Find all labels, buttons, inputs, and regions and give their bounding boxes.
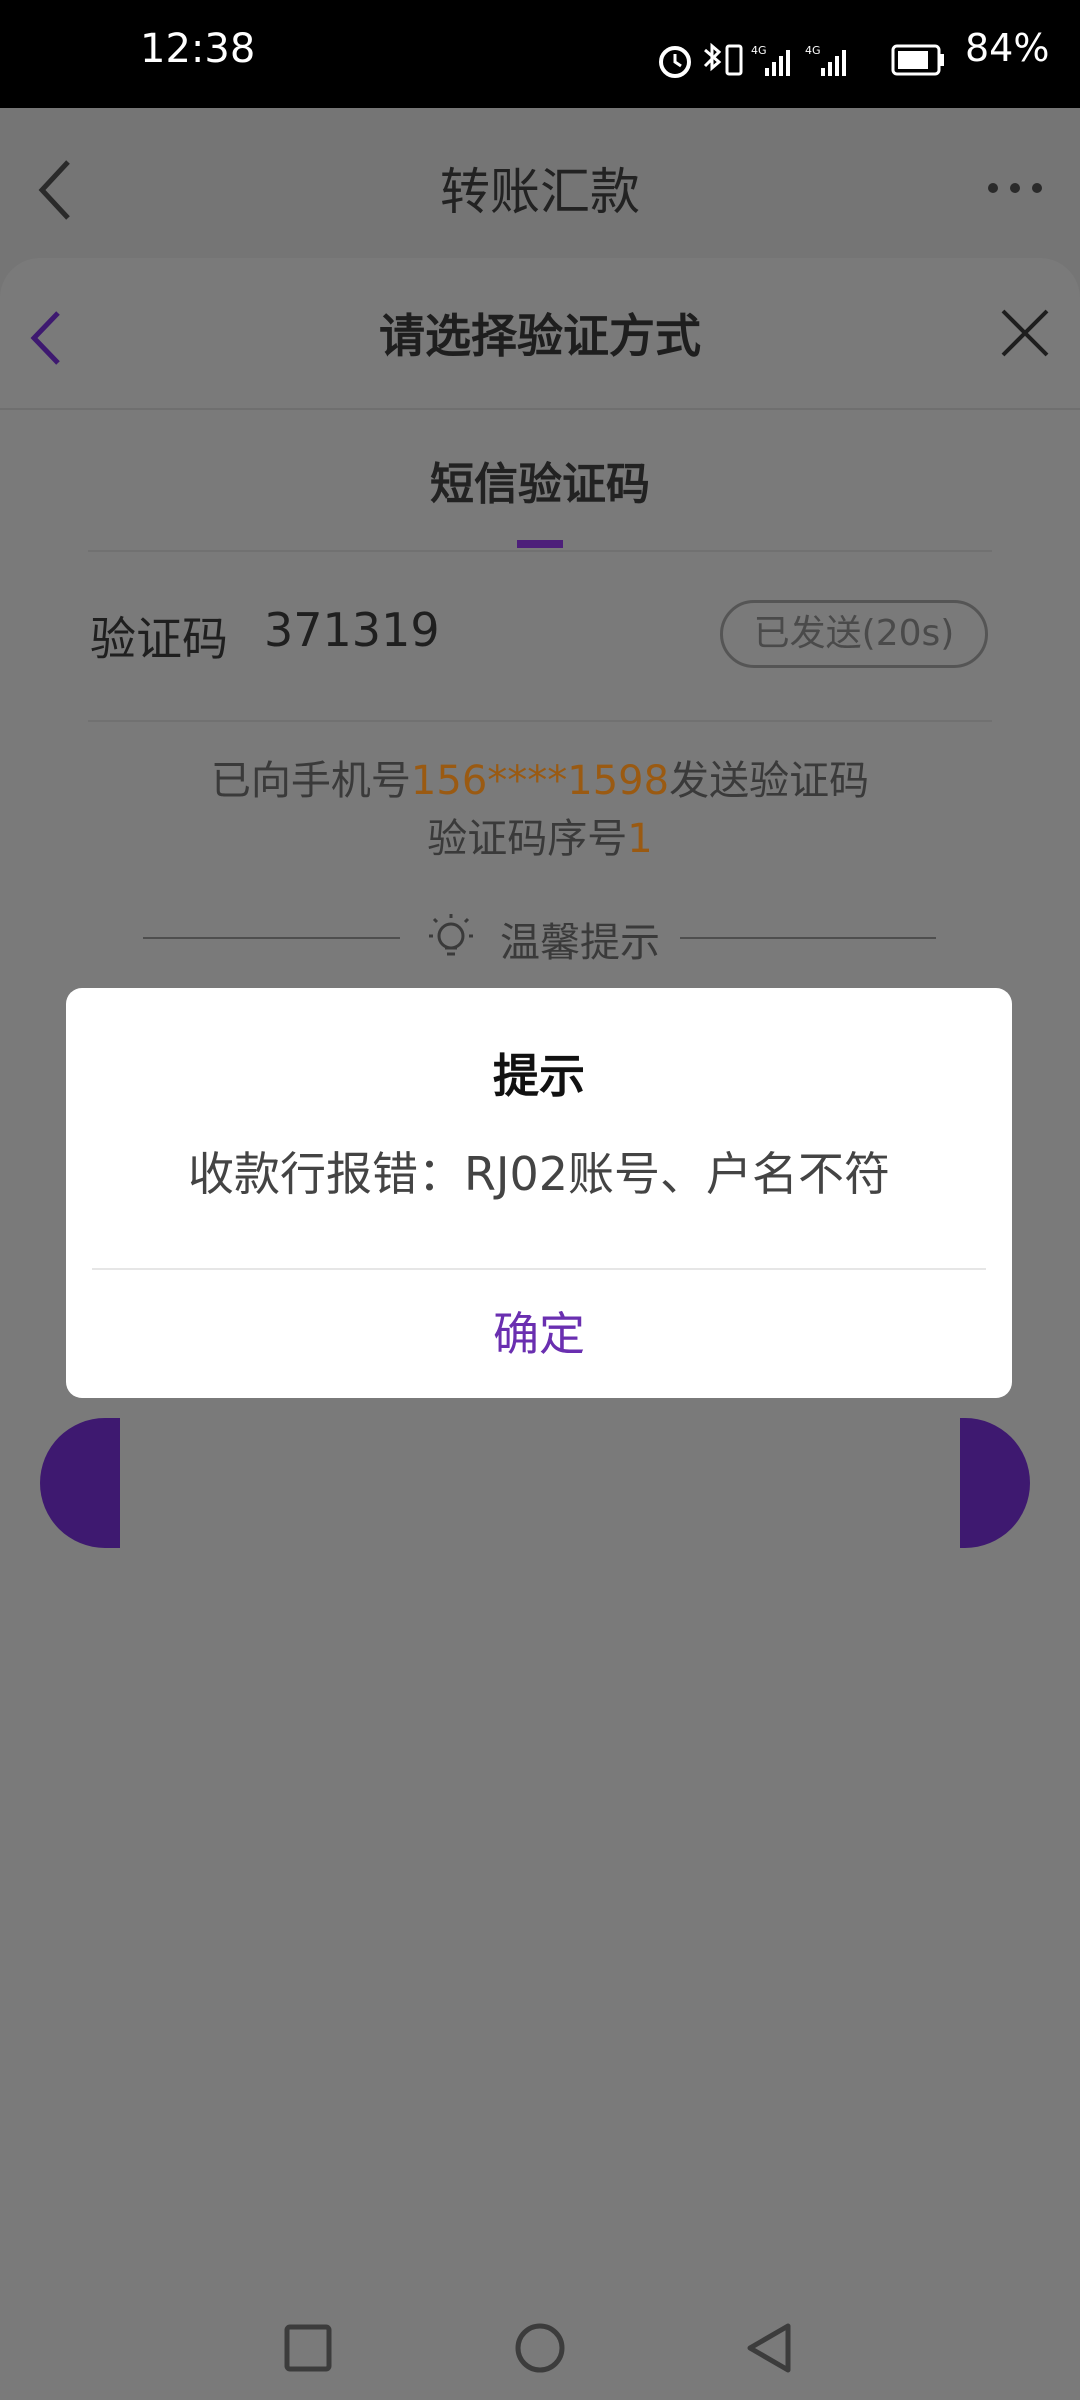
vibrate-icon: [725, 44, 743, 76]
lightbulb-icon: [429, 914, 473, 956]
back-icon[interactable]: [740, 2318, 800, 2378]
divider: [680, 937, 936, 939]
sequence-label: 验证码序号: [427, 816, 628, 862]
confirm-button-edge: [960, 1418, 1030, 1548]
sequence-info: 验证码序号1: [0, 806, 1080, 864]
home-icon[interactable]: [510, 2318, 570, 2378]
more-horizontal-icon[interactable]: [985, 178, 1045, 198]
battery-percent: 84%: [965, 26, 1050, 70]
page-header: 转账汇款: [0, 108, 1080, 258]
page-title: 转账汇款: [440, 163, 640, 221]
signal-icon: 4G: [805, 44, 846, 76]
confirm-button-edge: [40, 1418, 120, 1548]
system-nav-bar: [0, 2290, 1080, 2400]
divider: [88, 720, 992, 722]
tab-indicator: [517, 540, 563, 548]
tip-heading: 温馨提示: [500, 920, 660, 966]
divider: [88, 550, 992, 552]
alarm-icon: [659, 46, 691, 78]
phone-number: 156****1598: [410, 758, 670, 804]
battery-icon: [891, 44, 944, 76]
alert-dialog: 提示 收款行报错：RJ02账号、户名不符 确定: [66, 988, 1012, 1398]
sent-info-prefix: 已向手机号: [210, 758, 411, 804]
sent-info-suffix: 发送验证码: [669, 758, 870, 804]
tab-sms-code[interactable]: 短信验证码: [0, 448, 1080, 512]
code-input[interactable]: 371319: [264, 603, 440, 657]
status-bar: 12:38 4G 4G 84%: [0, 0, 1080, 108]
sequence-number: 1: [627, 816, 653, 862]
svg-text:4G: 4G: [805, 44, 821, 57]
dialog-message: 收款行报错：RJ02账号、户名不符: [187, 1147, 891, 1201]
svg-text:4G: 4G: [751, 44, 767, 57]
resend-button[interactable]: 已发送(20s): [720, 600, 988, 668]
code-label: 验证码: [90, 612, 228, 666]
divider: [143, 937, 400, 939]
sheet-title: 请选择验证方式: [379, 309, 701, 363]
sent-info: 已向手机号156****1598发送验证码: [0, 748, 1080, 806]
recent-apps-icon[interactable]: [278, 2318, 338, 2378]
status-time: 12:38: [140, 26, 256, 72]
close-icon[interactable]: [995, 303, 1055, 363]
confirm-button[interactable]: 确定: [66, 1270, 1012, 1398]
status-icons: 4G 4G: [659, 42, 944, 78]
signal-icon: 4G: [751, 44, 790, 76]
divider: [0, 408, 1080, 410]
dialog-title: 提示: [493, 1049, 585, 1103]
bluetooth-icon: [703, 42, 722, 72]
